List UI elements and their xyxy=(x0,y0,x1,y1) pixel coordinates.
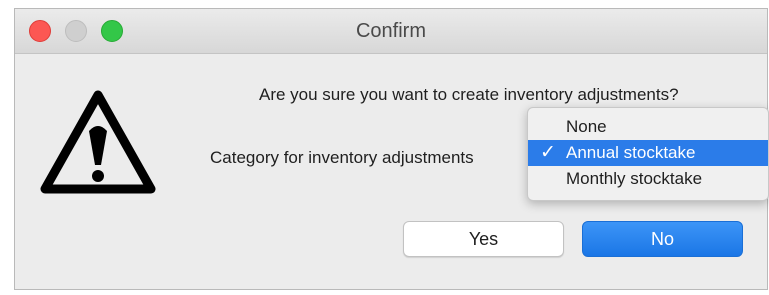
category-dropdown-menu[interactable]: None ✓ Annual stocktake Monthly stocktak… xyxy=(527,107,769,201)
confirm-dialog: Confirm Are you sure you want to create … xyxy=(14,8,769,290)
menu-item-label: Monthly stocktake xyxy=(566,169,703,188)
confirm-question: Are you sure you want to create inventor… xyxy=(259,85,679,104)
checkmark-icon: ✓ xyxy=(540,142,556,163)
title-bar[interactable]: Confirm xyxy=(15,9,767,54)
menu-item-none[interactable]: None xyxy=(528,114,768,140)
window-title: Confirm xyxy=(355,20,426,42)
menu-item-monthly-stocktake[interactable]: Monthly stocktake xyxy=(528,166,768,192)
menu-item-label: None xyxy=(566,117,607,136)
menu-item-annual-stocktake[interactable]: ✓ Annual stocktake xyxy=(528,140,768,166)
no-button[interactable]: No xyxy=(582,221,743,257)
warning-triangle-icon xyxy=(40,90,156,194)
category-label: Category for inventory adjustments xyxy=(210,148,474,167)
menu-item-label: Annual stocktake xyxy=(566,143,696,162)
yes-button[interactable]: Yes xyxy=(403,221,564,257)
